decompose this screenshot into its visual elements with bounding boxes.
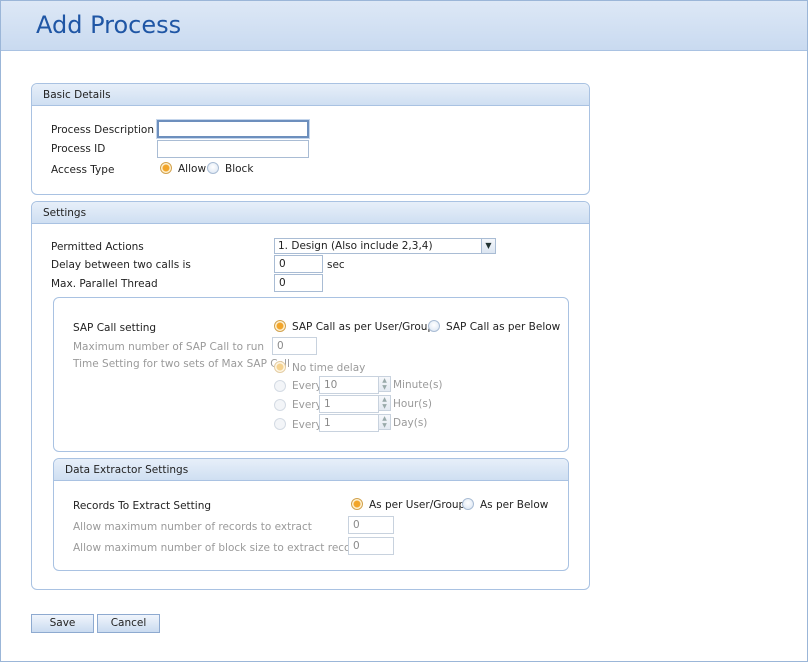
- records-per-user-label[interactable]: As per User/Group: [369, 499, 465, 511]
- hours-input[interactable]: 1: [319, 395, 379, 413]
- records-per-below-label[interactable]: As per Below: [480, 499, 548, 511]
- data-extractor-heading: Data Extractor Settings: [54, 459, 568, 481]
- max-records-label: Allow maximum number of records to extra…: [73, 521, 312, 533]
- spin-down-icon[interactable]: ▼: [379, 403, 390, 410]
- basic-details-heading: Basic Details: [32, 84, 589, 106]
- every-hours-radio[interactable]: [274, 399, 286, 411]
- process-id-input[interactable]: [157, 140, 309, 158]
- max-parallel-input[interactable]: 0: [274, 274, 323, 292]
- days-spinner[interactable]: ▲ ▼: [378, 414, 391, 430]
- access-type-label: Access Type: [51, 164, 115, 176]
- no-delay-radio[interactable]: [274, 361, 286, 373]
- minutes-input[interactable]: 10: [319, 376, 379, 394]
- access-block-label[interactable]: Block: [225, 163, 253, 175]
- max-block-label: Allow maximum number of block size to ex…: [73, 542, 367, 554]
- spin-down-icon[interactable]: ▼: [379, 422, 390, 429]
- minutes-spinner[interactable]: ▲ ▼: [378, 376, 391, 392]
- sap-per-user-label[interactable]: SAP Call as per User/Group: [292, 321, 434, 333]
- permitted-actions-value: 1. Design (Also include 2,3,4): [278, 240, 433, 252]
- days-unit: Day(s): [393, 417, 428, 429]
- window-frame: Add Process Basic Details Process Descri…: [0, 0, 808, 662]
- process-description-input[interactable]: [156, 119, 310, 139]
- spin-down-icon[interactable]: ▼: [379, 384, 390, 391]
- delay-label: Delay between two calls is: [51, 259, 191, 271]
- permitted-actions-label: Permitted Actions: [51, 241, 144, 253]
- max-sap-calls-input[interactable]: 0: [272, 337, 317, 355]
- no-delay-label: No time delay: [292, 362, 366, 374]
- max-parallel-label: Max. Parallel Thread: [51, 278, 158, 290]
- page-title: Add Process: [36, 11, 182, 39]
- max-block-input[interactable]: 0: [348, 537, 394, 555]
- days-input[interactable]: 1: [319, 414, 379, 432]
- settings-heading: Settings: [32, 202, 589, 224]
- hours-unit: Hour(s): [393, 398, 432, 410]
- cancel-button[interactable]: Cancel: [97, 614, 160, 633]
- every-minutes-radio[interactable]: [274, 380, 286, 392]
- time-setting-label: Time Setting for two sets of Max SAP Cal…: [73, 358, 290, 370]
- sap-per-below-radio[interactable]: [428, 320, 440, 332]
- records-extract-label: Records To Extract Setting: [73, 500, 212, 512]
- spin-up-icon[interactable]: ▲: [379, 396, 390, 403]
- sap-call-label: SAP Call setting: [73, 322, 157, 334]
- access-allow-label[interactable]: Allow: [178, 163, 206, 175]
- chevron-down-icon[interactable]: ▼: [481, 239, 495, 253]
- delay-unit: sec: [327, 259, 345, 271]
- max-records-input[interactable]: 0: [348, 516, 394, 534]
- sap-per-user-radio[interactable]: [274, 320, 286, 332]
- every-days-radio[interactable]: [274, 418, 286, 430]
- records-per-user-radio[interactable]: [351, 498, 363, 510]
- every-days-label: Every: [292, 419, 322, 431]
- page-header: Add Process: [1, 1, 807, 51]
- records-per-below-radio[interactable]: [462, 498, 474, 510]
- save-button[interactable]: Save: [31, 614, 94, 633]
- spin-up-icon[interactable]: ▲: [379, 415, 390, 422]
- hours-spinner[interactable]: ▲ ▼: [378, 395, 391, 411]
- basic-details-panel: Basic Details: [31, 83, 590, 195]
- every-hours-label: Every: [292, 399, 322, 411]
- access-block-radio[interactable]: [207, 162, 219, 174]
- process-description-label: Process Description: [51, 124, 154, 136]
- process-id-label: Process ID: [51, 143, 106, 155]
- max-sap-calls-label: Maximum number of SAP Call to run: [73, 341, 265, 353]
- spin-up-icon[interactable]: ▲: [379, 377, 390, 384]
- sap-per-below-label[interactable]: SAP Call as per Below: [446, 321, 560, 333]
- data-extractor-panel: Data Extractor Settings: [53, 458, 569, 571]
- every-minutes-label: Every: [292, 380, 322, 392]
- minutes-unit: Minute(s): [393, 379, 443, 391]
- delay-input[interactable]: 0: [274, 255, 323, 273]
- access-allow-radio[interactable]: [160, 162, 172, 174]
- permitted-actions-select[interactable]: 1. Design (Also include 2,3,4) ▼: [274, 238, 496, 254]
